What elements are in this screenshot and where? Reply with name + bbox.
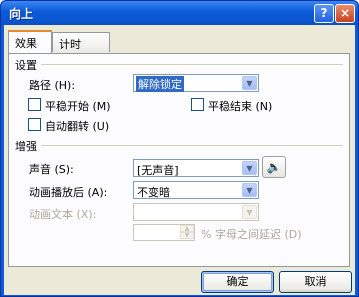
- title-bar[interactable]: 向上 ? ×: [1, 1, 358, 25]
- dialog-body: 效果 计时 设置 路径 (H): 解除锁定 ▼ 平稳开始 (M) 平稳结束 (N…: [4, 25, 355, 295]
- cancel-button[interactable]: 取消: [279, 271, 352, 293]
- animate-text-label: 动画文本 (X):: [29, 208, 97, 221]
- spin-down-icon[interactable]: ▼: [180, 232, 194, 239]
- settings-group-label: 设置: [15, 59, 37, 72]
- close-button[interactable]: ×: [335, 4, 355, 23]
- tab-label: 效果: [15, 37, 37, 50]
- letter-delay-label: % 字母之间延迟 (D): [201, 228, 302, 241]
- ok-button[interactable]: 确定: [201, 271, 274, 293]
- smooth-start-checkbox[interactable]: [28, 98, 41, 111]
- tab-timing[interactable]: 计时: [52, 32, 110, 52]
- sound-value: [无声音]: [137, 164, 179, 177]
- speaker-icon[interactable]: 🔈: [262, 156, 286, 178]
- window-title: 向上: [9, 7, 34, 21]
- letter-delay-spinner[interactable]: ▲ ▼: [133, 224, 195, 241]
- chevron-down-icon[interactable]: ▼: [242, 183, 257, 197]
- tab-panel: 设置 路径 (H): 解除锁定 ▼ 平稳开始 (M) 平稳结束 (N) 自动翻转…: [8, 53, 350, 267]
- tab-effect[interactable]: 效果: [8, 30, 52, 53]
- path-dropdown[interactable]: 解除锁定 ▼: [133, 74, 259, 92]
- chevron-down-icon[interactable]: ▼: [242, 205, 257, 219]
- auto-reverse-checkbox[interactable]: [28, 118, 41, 131]
- sound-label: 声音 (S):: [29, 163, 74, 176]
- enhance-group-label: 增强: [15, 140, 37, 153]
- tab-label: 计时: [59, 38, 81, 51]
- dialog-window: 向上 ? × 效果 计时 设置 路径 (H): 解除锁定 ▼ 平稳开始 (M) …: [0, 0, 359, 297]
- settings-divider: [41, 64, 343, 65]
- sound-dropdown[interactable]: [无声音] ▼: [133, 159, 259, 177]
- smooth-end-label: 平稳结束 (N): [208, 100, 273, 113]
- auto-reverse-label: 自动翻转 (U): [45, 120, 110, 133]
- path-value: 解除锁定: [136, 76, 184, 92]
- chevron-down-icon[interactable]: ▼: [242, 76, 257, 90]
- smooth-end-checkbox[interactable]: [191, 98, 204, 111]
- after-animation-label: 动画播放后 (A):: [29, 186, 108, 199]
- path-label: 路径 (H):: [29, 79, 76, 92]
- help-button[interactable]: ?: [314, 4, 334, 23]
- after-animation-value: 不变暗: [137, 186, 170, 199]
- chevron-down-icon[interactable]: ▼: [242, 161, 257, 175]
- spin-up-icon[interactable]: ▲: [180, 225, 194, 232]
- after-animation-dropdown[interactable]: 不变暗 ▼: [133, 181, 259, 199]
- smooth-start-label: 平稳开始 (M): [45, 100, 111, 113]
- enhance-divider: [41, 145, 343, 146]
- animate-text-dropdown[interactable]: ▼: [133, 203, 259, 221]
